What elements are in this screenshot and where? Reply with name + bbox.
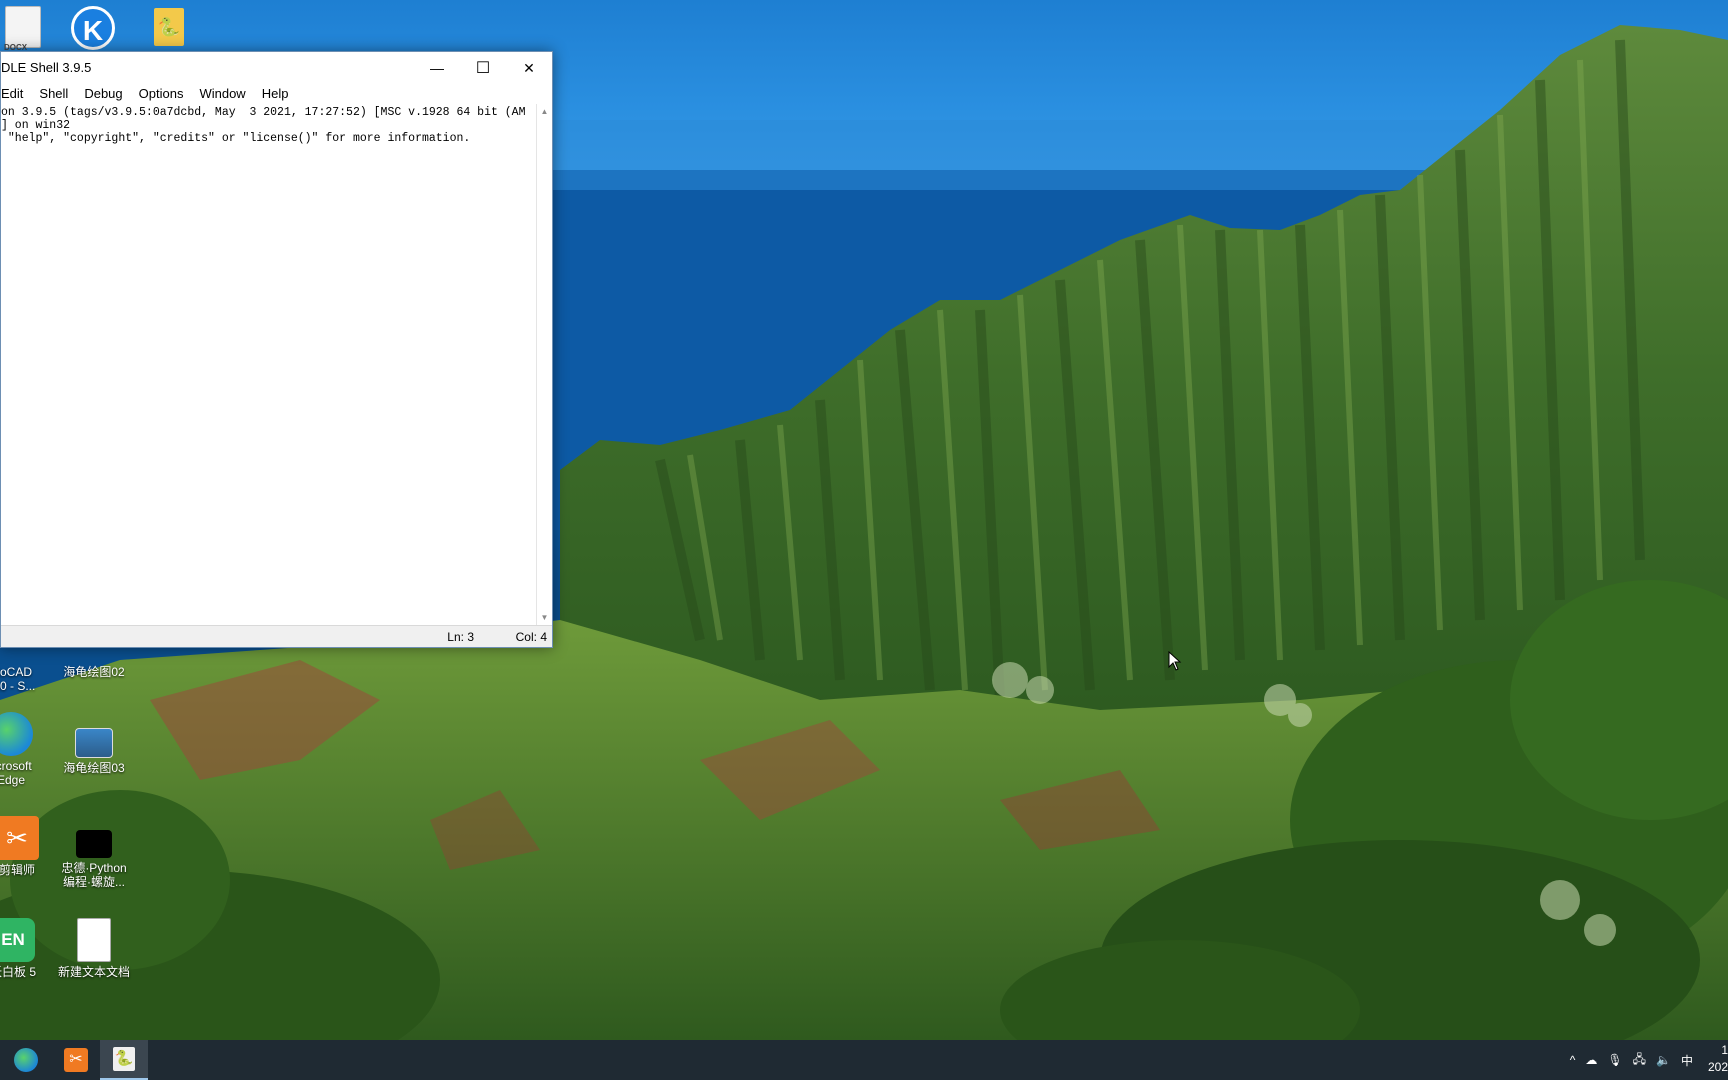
desktop-icon-label: licrosoft Edge xyxy=(0,759,32,787)
taskbar-python-idle[interactable]: 🐍 xyxy=(100,1040,148,1080)
scroll-down-icon[interactable]: ▼ xyxy=(537,610,552,625)
shell-line: on 3.9.5 (tags/v3.9.5:0a7dcbd, May 3 202… xyxy=(1,106,526,119)
network-icon[interactable]: 🖧 xyxy=(1633,1050,1646,1071)
minimize-icon: — xyxy=(430,60,444,76)
idle-shell-window[interactable]: DLE Shell 3.9.5 — ☐ ✕ Edit Shell Debug O… xyxy=(0,51,553,648)
desktop-icon-turtle03[interactable]: 海龟绘图03 xyxy=(57,728,131,775)
menu-options[interactable]: Options xyxy=(131,84,192,104)
close-button[interactable]: ✕ xyxy=(506,52,552,84)
edge-icon xyxy=(0,712,33,756)
menu-edit[interactable]: Edit xyxy=(1,84,31,104)
window-title: DLE Shell 3.9.5 xyxy=(1,60,92,75)
whiteboard-icon: EN xyxy=(0,918,35,962)
desktop-icon-label: 海龟绘图03 xyxy=(63,761,125,775)
desktop-icon-new-text[interactable]: 新建文本文档 xyxy=(57,918,131,979)
scroll-up-icon[interactable]: ▲ xyxy=(537,104,552,119)
video-file-icon xyxy=(76,830,112,858)
vertical-scrollbar[interactable]: ▲ ▼ xyxy=(536,104,552,625)
text-file-icon xyxy=(77,918,111,962)
show-hidden-icons-chevron[interactable]: ^ xyxy=(1570,1053,1576,1067)
desktop-icon-label: 新建文本文档 xyxy=(57,965,130,979)
desktop-icon-label: 忠德·Python 编程·螺旋... xyxy=(61,861,127,889)
shell-line: ] on win32 xyxy=(1,119,71,132)
close-icon: ✕ xyxy=(523,59,535,76)
column-number: Col: 4 xyxy=(515,630,547,644)
desktop-icon-label: 沃白板 5 xyxy=(0,965,36,979)
status-bar: Ln: 3 Col: 4 xyxy=(1,625,552,647)
system-clock[interactable]: 1 202 xyxy=(1706,1042,1728,1076)
image-file-icon xyxy=(72,648,116,662)
menu-debug[interactable]: Debug xyxy=(76,84,130,104)
clock-date: 202 xyxy=(1707,1060,1728,1074)
desktop-icon-whiteboard[interactable]: EN 沃白板 5 xyxy=(0,918,50,979)
menu-bar: Edit Shell Debug Options Window Help xyxy=(1,84,552,104)
desktop-icon-turtle02[interactable]: 海龟绘图02 xyxy=(57,648,131,679)
minimize-button[interactable]: — xyxy=(414,52,460,84)
taskbar-jianjishi[interactable]: ✂ xyxy=(52,1040,100,1080)
onedrive-cloud-icon[interactable]: ☁ xyxy=(1585,1053,1597,1067)
maximize-button[interactable]: ☐ xyxy=(460,52,506,84)
desktop-icon-python-file[interactable]: 🐍 xyxy=(132,8,206,49)
autocad-icon xyxy=(0,648,33,662)
scissors-icon: ✂ xyxy=(64,1048,88,1072)
system-tray: ^ ☁ 🎙 🖧 🔈 中 xyxy=(1565,1040,1698,1080)
menu-help[interactable]: Help xyxy=(254,84,297,104)
microphone-icon[interactable]: 🎙 xyxy=(1607,1053,1622,1067)
desktop-icon-jianjishi[interactable]: ✂ 剪辑师 xyxy=(0,816,54,877)
edge-icon xyxy=(14,1048,38,1072)
shell-line: "help", "copyright", "credits" or "licen… xyxy=(1,132,471,145)
python-file-icon: 🐍 xyxy=(154,8,184,46)
ime-indicator[interactable]: 中 xyxy=(1681,1052,1693,1069)
maximize-icon: ☐ xyxy=(475,60,491,77)
desktop-icon-label: 海龟绘图02 xyxy=(63,665,125,679)
desktop-icon-python-spiral[interactable]: 忠德·Python 编程·螺旋... xyxy=(57,830,131,889)
desktop-icon-label: 剪辑师 xyxy=(0,863,35,877)
scissors-icon: ✂ xyxy=(0,816,39,860)
python-idle-icon: 🐍 xyxy=(113,1047,135,1071)
desktop-icon-autocad[interactable]: utoCAD 010 - S... xyxy=(0,648,48,693)
volume-icon[interactable]: 🔈 xyxy=(1656,1053,1671,1067)
taskbar: ✂ 🐍 ^ ☁ 🎙 🖧 🔈 中 1 202 xyxy=(0,1040,1728,1080)
image-file-icon xyxy=(75,728,113,758)
taskbar-edge[interactable] xyxy=(2,1040,50,1080)
desktop-icon-docx[interactable]: DOCX xyxy=(0,6,60,52)
clock-time: 1 xyxy=(1721,1043,1728,1057)
kugou-music-icon: K xyxy=(71,6,115,50)
window-titlebar[interactable]: DLE Shell 3.9.5 — ☐ ✕ xyxy=(1,52,552,84)
desktop-icon-label: utoCAD 010 - S... xyxy=(0,665,36,693)
menu-window[interactable]: Window xyxy=(191,84,253,104)
desktop-icon-kugou[interactable]: K xyxy=(56,6,130,53)
desktop-icon-edge[interactable]: licrosoft Edge xyxy=(0,712,48,787)
shell-text-area[interactable]: on 3.9.5 (tags/v3.9.5:0a7dcbd, May 3 202… xyxy=(1,104,536,625)
line-number: Ln: 3 xyxy=(447,630,474,644)
menu-shell[interactable]: Shell xyxy=(31,84,76,104)
